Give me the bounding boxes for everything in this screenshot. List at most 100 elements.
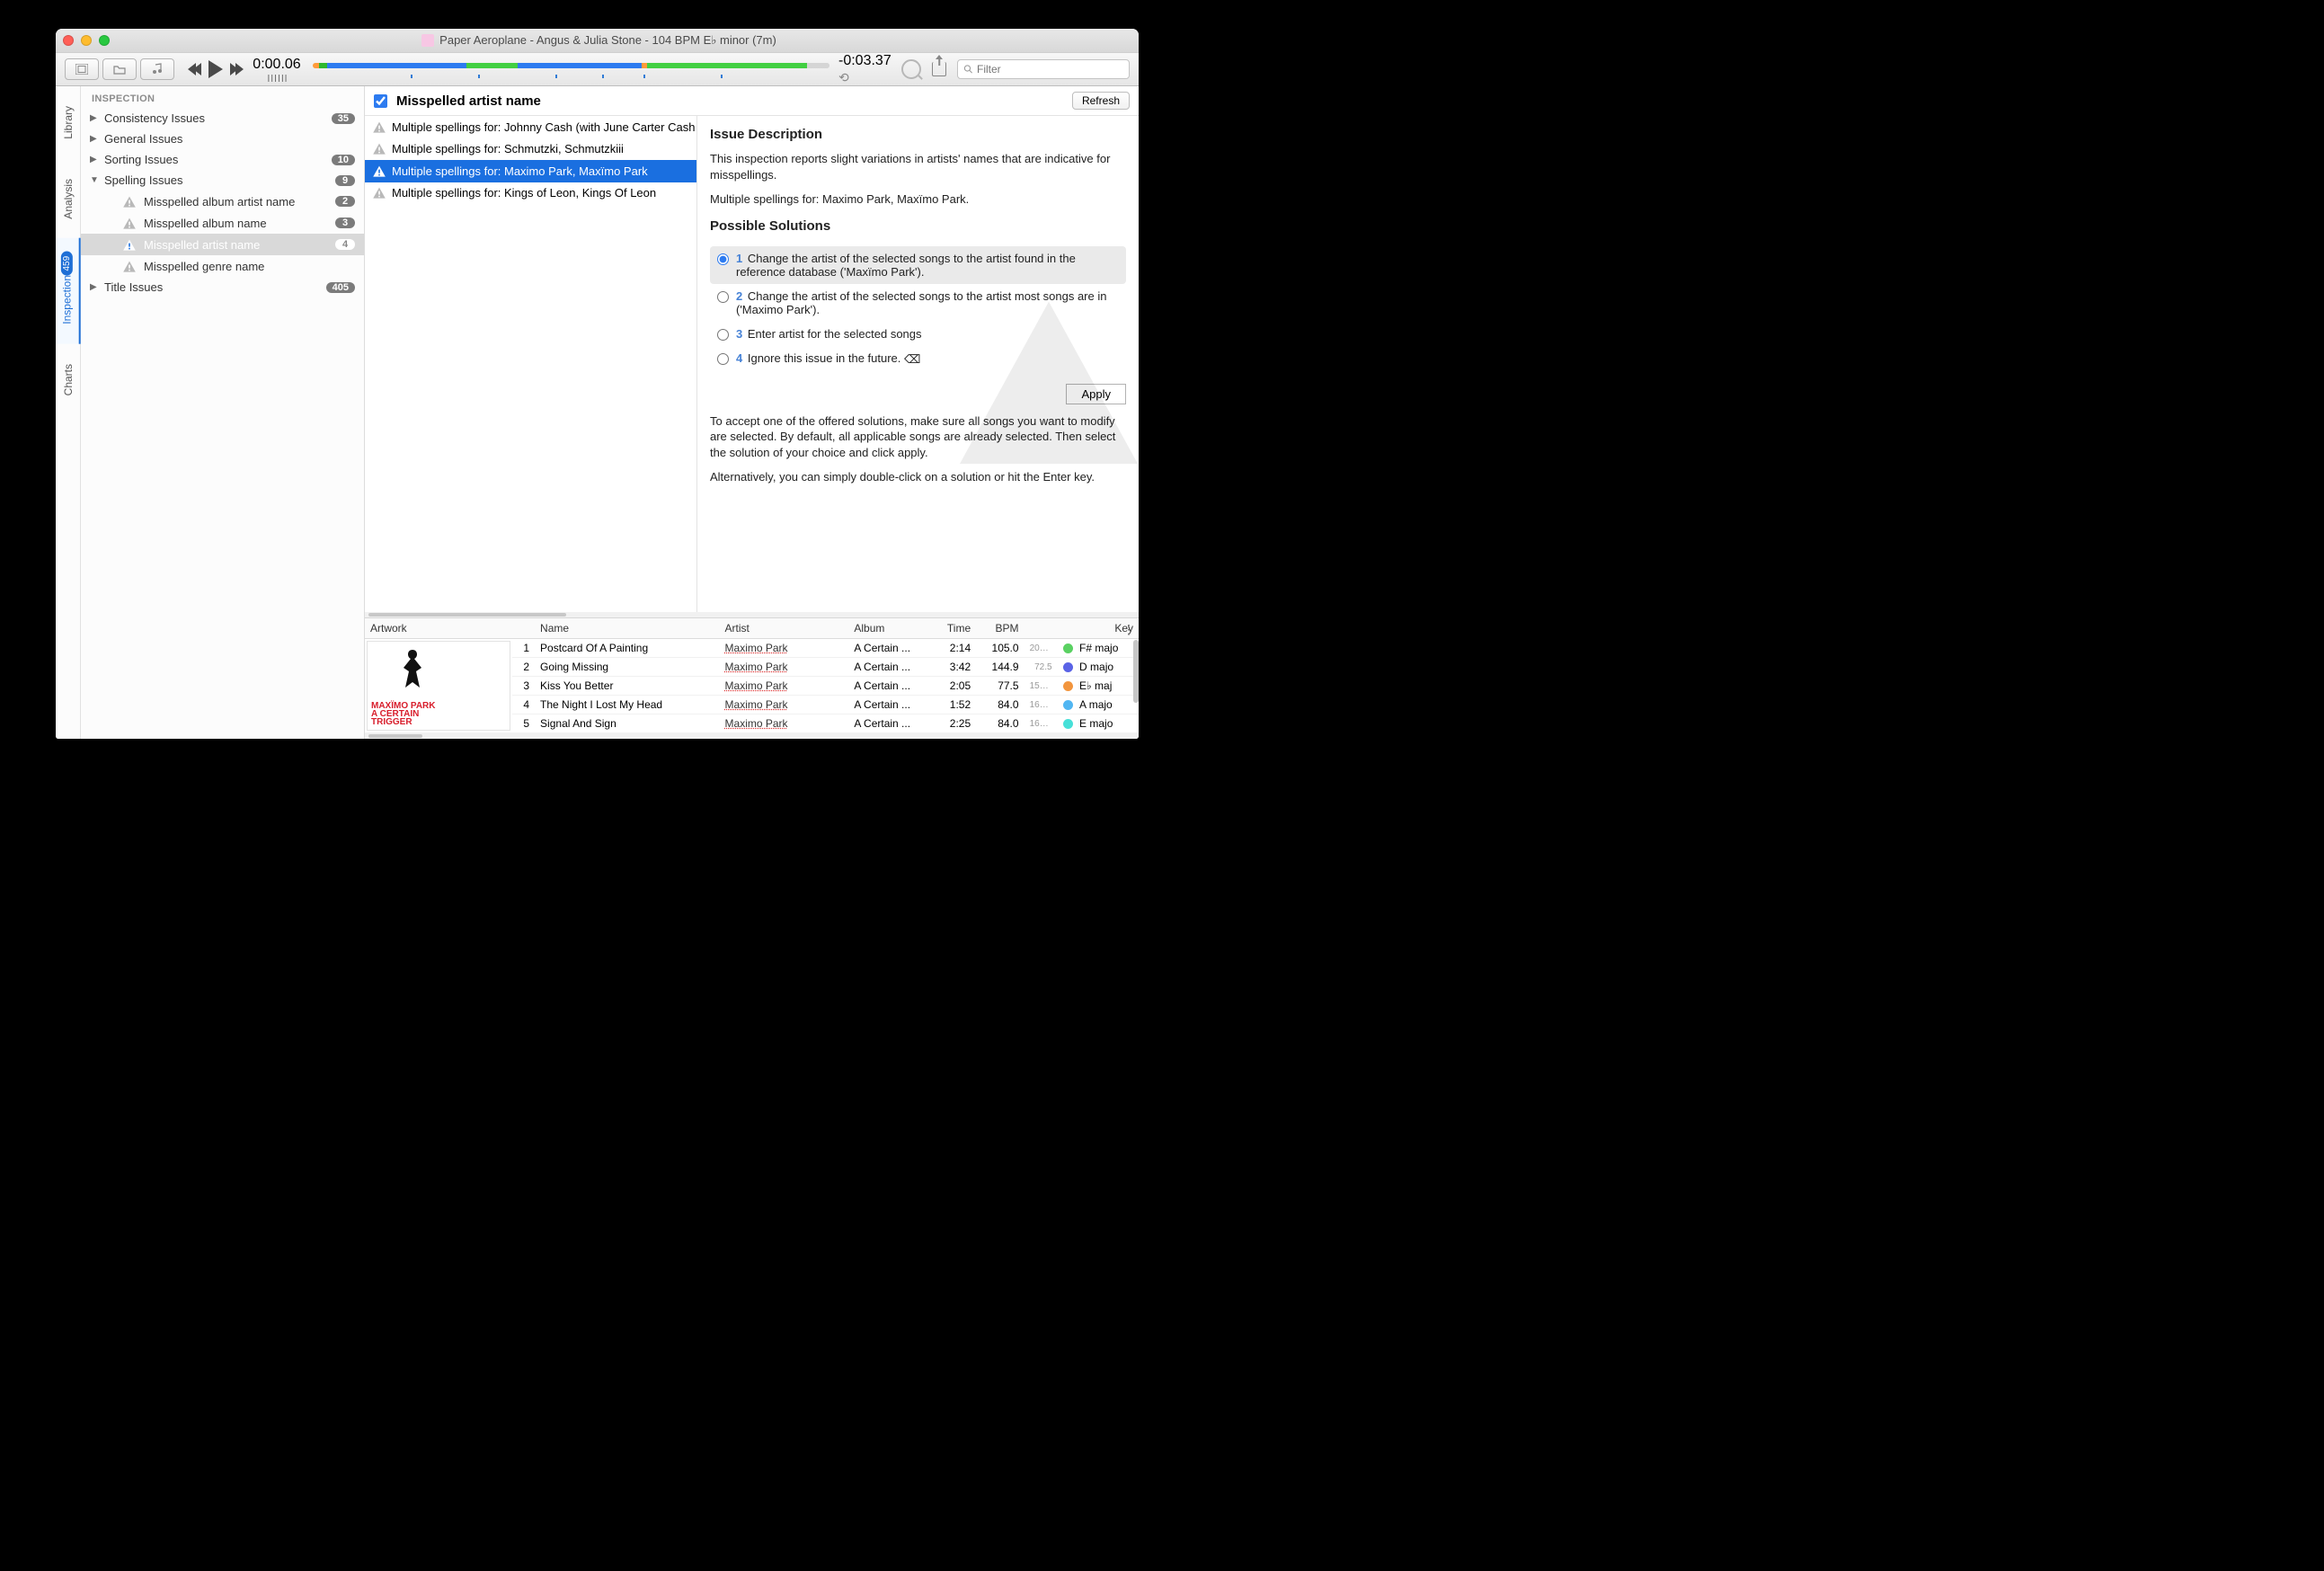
track-key: E majo [1074,714,1139,733]
track-name: Postcard Of A Painting [535,639,719,658]
description-text-2: Multiple spellings for: Maximo Park, Max… [710,191,1126,208]
tree-label: Misspelled artist name [144,238,260,252]
track-artist: Maximo Park [720,714,849,733]
column-header[interactable] [1025,618,1058,639]
issue-row[interactable]: Multiple spellings for: Johnny Cash (wit… [365,116,696,138]
horizontal-scrollbar-bottom[interactable] [365,733,1139,739]
solution-text: Enter artist for the selected songs [748,327,922,341]
loop-icon[interactable]: ⟲ [838,70,855,85]
tree-subitem[interactable]: Misspelled artist name4 [81,234,364,255]
key-color [1058,677,1074,696]
track-name: Going Missing [535,658,719,677]
column-menu-button[interactable]: ⋮ [1122,622,1135,637]
tree-item[interactable]: ▶General Issues [81,129,364,149]
play-button[interactable] [208,60,223,78]
warning-icon [372,120,386,135]
column-header[interactable]: Artwork [365,618,512,639]
artwork-cell: MAXÏMO PARKA CERTAINTRIGGER [365,639,512,733]
tree-item[interactable]: ▶Consistency Issues35 [81,108,364,129]
track-bpm: 84.0 [976,714,1024,733]
track-time: 2:05 [928,677,976,696]
vertical-scrollbar[interactable] [1132,640,1139,730]
solutions-heading: Possible Solutions [710,218,1126,234]
track-bpm2: 168.0 [1025,696,1058,714]
sidetab-inspection[interactable]: Inspection459 [56,238,81,344]
disclosure-icon: ▶ [90,134,99,144]
column-header[interactable]: Artist [720,618,849,639]
key-color [1058,639,1074,658]
tree-label: Misspelled album name [144,217,267,230]
close-window-button[interactable] [63,35,74,46]
column-header[interactable] [1058,618,1074,639]
minimize-window-button[interactable] [81,35,92,46]
view-folder-button[interactable] [102,58,137,80]
inspection-title: Misspelled artist name [396,93,541,109]
sidetab-library[interactable]: Library [62,86,75,159]
solution-text: Change the artist of the selected songs … [736,252,1076,279]
track-artist: Maximo Park [720,696,849,714]
tree-item[interactable]: ▶Title Issues405 [81,277,364,297]
key-color [1058,714,1074,733]
column-header[interactable]: Name [535,618,719,639]
issue-row[interactable]: Multiple spellings for: Kings of Leon, K… [365,182,696,205]
solution-radio[interactable] [717,253,729,265]
sidetab-analysis[interactable]: Analysis [62,159,75,239]
filter-input[interactable] [977,63,1123,75]
warning-icon [372,164,386,179]
tree-label: Misspelled album artist name [144,195,295,209]
barcode-icon: |||||| [267,74,288,82]
track-number: 3 [512,677,535,696]
refresh-button[interactable]: Refresh [1072,92,1130,110]
tree-count: 9 [335,175,355,186]
solution-radio[interactable] [717,291,729,303]
zoom-window-button[interactable] [99,35,110,46]
tree-count: 405 [326,282,355,293]
tree-subitem[interactable]: Misspelled album name3 [81,212,364,234]
rewind-button[interactable] [191,63,201,75]
column-header[interactable]: Time [928,618,976,639]
solution-radio[interactable] [717,329,729,341]
disclosure-icon: ▶ [90,113,99,123]
search-library-button[interactable] [901,59,921,79]
issue-row[interactable]: Multiple spellings for: Schmutzki, Schmu… [365,138,696,161]
window-controls [63,35,110,46]
tree-item[interactable]: ▼Spelling Issues9 [81,170,364,191]
tree-label: Misspelled genre name [144,260,264,273]
music-note-icon [421,34,434,47]
issue-text: Multiple spellings for: Maximo Park, Max… [392,164,648,178]
warning-icon [372,186,386,201]
forward-button[interactable] [230,63,241,75]
track-artist: Maximo Park [720,658,849,677]
view-music-button[interactable] [140,58,174,80]
inspection-enable-checkbox[interactable] [374,94,387,108]
track-time: 2:25 [928,714,976,733]
solution-option[interactable]: 1 Change the artist of the selected song… [710,246,1126,284]
issue-row[interactable]: Multiple spellings for: Maximo Park, Max… [365,160,696,182]
dismiss-icon: ⌫ [904,352,920,367]
column-header[interactable]: BPM [976,618,1024,639]
track-album: A Certain ... [848,696,927,714]
watermark-warning-icon [950,286,1139,486]
track-album: A Certain ... [848,677,927,696]
tree-subitem[interactable]: Misspelled album artist name2 [81,191,364,212]
description-heading: Issue Description [710,127,1126,142]
tree-subitem[interactable]: Misspelled genre name [81,255,364,277]
solution-radio[interactable] [717,353,729,365]
issue-text: Multiple spellings for: Johnny Cash (wit… [392,120,695,134]
share-icon[interactable] [932,62,946,76]
warning-icon [122,237,137,252]
column-header[interactable] [512,618,535,639]
view-grid-button[interactable] [65,58,99,80]
filter-search[interactable] [957,59,1130,79]
column-header[interactable]: Album [848,618,927,639]
sidetab-charts[interactable]: Charts [62,344,75,415]
track-artist: Maximo Park [720,639,849,658]
track-key: D majo [1074,658,1139,677]
tree-label: Consistency Issues [104,111,205,125]
timeline[interactable] [313,58,829,80]
issue-text: Multiple spellings for: Schmutzki, Schmu… [392,142,624,155]
tree-item[interactable]: ▶Sorting Issues10 [81,149,364,170]
table-row[interactable]: MAXÏMO PARKA CERTAINTRIGGER1Postcard Of … [365,639,1139,658]
track-number: 1 [512,639,535,658]
track-key: F# majo [1074,639,1139,658]
